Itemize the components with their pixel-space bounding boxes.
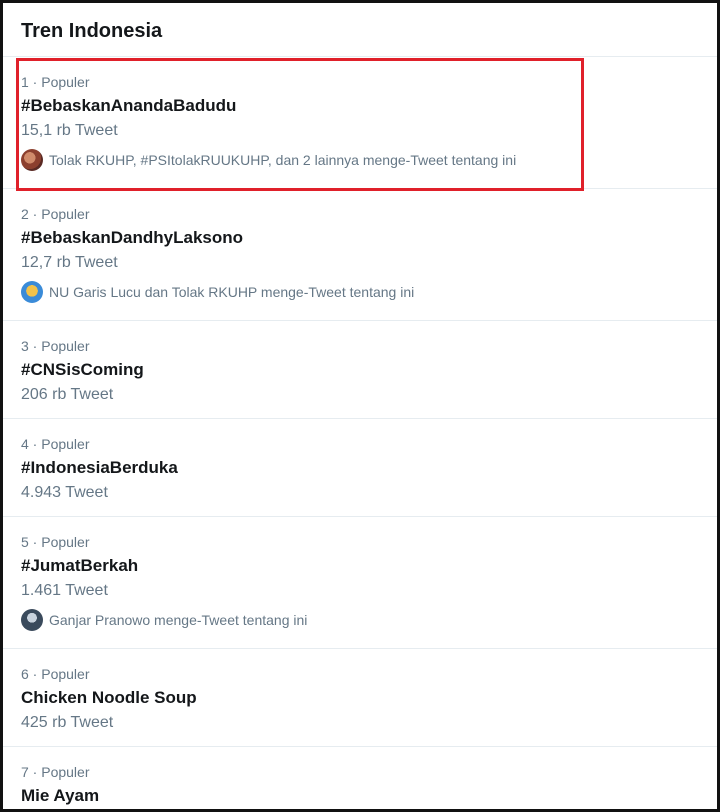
trend-meta: 3 · Populer: [21, 338, 90, 354]
trend-count: 1.461 Tweet: [21, 582, 108, 599]
trend-meta: 2 · Populer: [21, 206, 90, 222]
trend-tweeted-by: Tolak RKUHP, #PSItolakRUUKUHP, dan 2 lai…: [21, 149, 516, 171]
trend-count: 12,7 rb Tweet: [21, 254, 118, 271]
trends-panel: Tren Indonesia 1 · Populer #BebaskanAnan…: [0, 0, 720, 812]
trend-name[interactable]: Mie Ayam: [21, 785, 99, 807]
trend-tweeted-by: NU Garis Lucu dan Tolak RKUHP menge-Twee…: [21, 281, 414, 303]
trend-name[interactable]: Chicken Noodle Soup: [21, 687, 197, 709]
avatar: [21, 281, 43, 303]
trend-tweeted-text: Ganjar Pranowo menge-Tweet tentang ini: [49, 612, 308, 628]
trend-item-1[interactable]: 1 · Populer #BebaskanAnandaBadudu 15,1 r…: [3, 57, 717, 189]
trend-meta: 6 · Populer: [21, 666, 90, 682]
trend-item-3[interactable]: 3 · Populer #CNSisComing 206 rb Tweet: [3, 321, 717, 419]
trend-tweeted-text: NU Garis Lucu dan Tolak RKUHP menge-Twee…: [49, 284, 415, 300]
trend-item-7[interactable]: 7 · Populer Mie Ayam: [3, 747, 717, 809]
trend-item-2[interactable]: 2 · Populer #BebaskanDandhyLaksono 12,7 …: [3, 189, 717, 321]
avatar: [21, 149, 43, 171]
trend-name[interactable]: #JumatBerkah: [21, 555, 138, 577]
trend-meta: 5 · Populer: [21, 534, 90, 550]
trend-count: 425 rb Tweet: [21, 714, 114, 731]
trend-item-4[interactable]: 4 · Populer #IndonesiaBerduka 4.943 Twee…: [3, 419, 717, 517]
trend-meta: 1 · Populer: [21, 74, 90, 90]
trend-name[interactable]: #IndonesiaBerduka: [21, 457, 178, 479]
trend-count: 206 rb Tweet: [21, 386, 114, 403]
trend-item-6[interactable]: 6 · Populer Chicken Noodle Soup 425 rb T…: [3, 649, 717, 747]
trend-tweeted-text: Tolak RKUHP, #PSItolakRUUKUHP, dan 2 lai…: [49, 152, 517, 168]
trend-name[interactable]: #BebaskanDandhyLaksono: [21, 227, 243, 249]
page-title: Tren Indonesia: [21, 20, 163, 42]
trend-name[interactable]: #CNSisComing: [21, 359, 144, 381]
trend-count: 4.943 Tweet: [21, 484, 108, 501]
trend-item-5[interactable]: 5 · Populer #JumatBerkah 1.461 Tweet Gan…: [3, 517, 717, 649]
avatar: [21, 609, 43, 631]
trends-header: Tren Indonesia: [3, 3, 717, 57]
trend-name[interactable]: #BebaskanAnandaBadudu: [21, 95, 236, 117]
trend-meta: 4 · Populer: [21, 436, 90, 452]
trend-meta: 7 · Populer: [21, 764, 90, 780]
trend-tweeted-by: Ganjar Pranowo menge-Tweet tentang ini: [21, 609, 307, 631]
trend-count: 15,1 rb Tweet: [21, 122, 118, 139]
